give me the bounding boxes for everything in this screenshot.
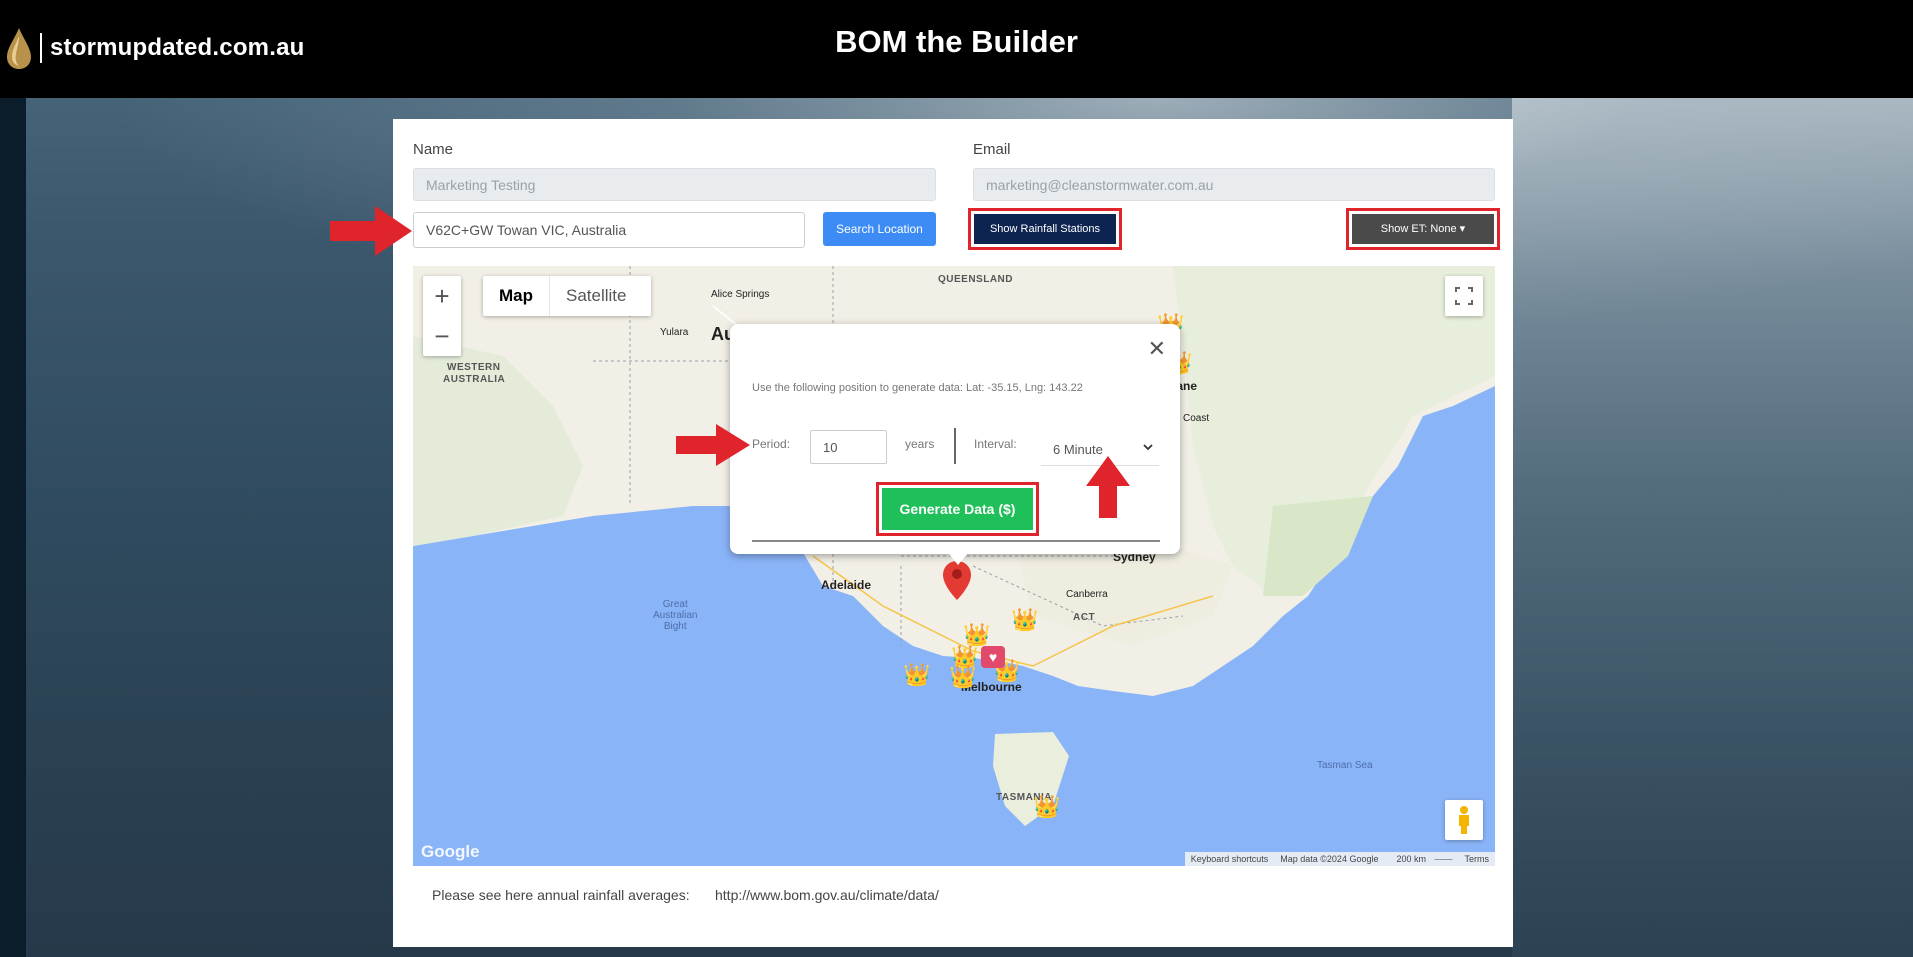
- google-logo: Google: [421, 842, 480, 861]
- period-input[interactable]: 10: [810, 430, 887, 464]
- map-type-satellite-button[interactable]: Satellite: [550, 276, 642, 316]
- years-label: years: [905, 437, 935, 451]
- map-label-western: WESTERN: [447, 362, 501, 373]
- show-et-dropdown-button[interactable]: Show ET: None ▾: [1352, 214, 1494, 244]
- show-rainfall-stations-button[interactable]: Show Rainfall Stations: [974, 214, 1116, 244]
- name-label: Name: [413, 141, 454, 158]
- divider: [954, 428, 956, 464]
- map-attribution: Keyboard shortcuts Map data ©2024 Google…: [1184, 852, 1496, 866]
- map-data-text: Map data ©2024 Google: [1280, 854, 1379, 864]
- et-button-highlight: Show ET: None ▾: [1346, 208, 1500, 250]
- station-marker-icon[interactable]: 👑: [949, 666, 976, 688]
- map-type-control: Map Satellite: [483, 276, 651, 316]
- station-marker-icon[interactable]: 👑: [1033, 796, 1060, 818]
- zoom-control: + −: [423, 276, 461, 356]
- map-label-queensland: QUEENSLAND: [938, 274, 1014, 285]
- arrow-up-icon: [1086, 456, 1130, 518]
- top-header: stormupdated.com.au BOM the Builder: [0, 0, 1913, 98]
- email-label: Email: [973, 141, 1011, 158]
- zoom-in-button[interactable]: +: [423, 276, 461, 316]
- map-label-great-australian-bight: Great Australian Bight: [653, 599, 698, 632]
- arrow-right-icon: [330, 206, 412, 256]
- map-scale: 200 km ⎯⎯⎯⎯: [1396, 853, 1453, 864]
- fullscreen-button[interactable]: [1445, 276, 1483, 316]
- bom-climate-data-link[interactable]: http://www.bom.gov.au/climate/data/: [715, 887, 939, 903]
- search-location-button[interactable]: Search Location: [823, 212, 936, 246]
- map-label-coast: Coast: [1183, 413, 1210, 424]
- map-label-yulara: Yulara: [660, 327, 689, 338]
- station-marker-icon[interactable]: 👑: [903, 664, 930, 686]
- popup-pointer: [948, 553, 968, 565]
- generate-data-button[interactable]: Generate Data ($): [882, 488, 1033, 530]
- terms-link[interactable]: Terms: [1459, 854, 1496, 864]
- station-marker-icon[interactable]: 👑: [963, 624, 990, 646]
- location-input[interactable]: V62C+GW Towan VIC, Australia: [413, 212, 805, 248]
- map-label-act: ACT: [1073, 612, 1096, 623]
- fullscreen-icon: [1455, 287, 1473, 305]
- map-label-australia-state: AUSTRALIA: [443, 374, 506, 385]
- close-icon[interactable]: ✕: [1148, 336, 1166, 362]
- page-title: BOM the Builder: [835, 24, 1078, 59]
- arrow-right-icon: [676, 424, 750, 466]
- popup-divider: [752, 540, 1160, 542]
- pegman-icon: [1459, 806, 1469, 834]
- name-field[interactable]: Marketing Testing: [413, 168, 936, 201]
- rain-button-highlight: Show Rainfall Stations: [968, 208, 1122, 250]
- generate-button-highlight: Generate Data ($): [876, 482, 1039, 536]
- interval-label: Interval:: [974, 437, 1017, 451]
- zoom-out-button[interactable]: −: [423, 316, 461, 356]
- chevron-down-icon: [1143, 444, 1153, 451]
- map-type-map-button[interactable]: Map: [483, 276, 550, 316]
- email-field[interactable]: marketing@cleanstormwater.com.au: [973, 168, 1495, 201]
- map-label-alice-springs: Alice Springs: [711, 289, 770, 300]
- period-label: Period:: [752, 437, 791, 451]
- position-info-text: Use the following position to generate d…: [752, 382, 1083, 394]
- generate-data-popup: ✕ Use the following position to generate…: [730, 324, 1180, 554]
- street-view-pegman-button[interactable]: [1445, 800, 1483, 840]
- map-label-tasman-sea: Tasman Sea: [1317, 760, 1373, 771]
- station-marker-icon[interactable]: 👑: [1011, 609, 1038, 631]
- rainfall-averages-label: Please see here annual rainfall averages…: [432, 887, 690, 903]
- heart-marker-icon[interactable]: ♥: [981, 646, 1005, 668]
- keyboard-shortcuts-link[interactable]: Keyboard shortcuts: [1185, 854, 1275, 864]
- map-label-canberra: Canberra: [1066, 589, 1108, 600]
- map-label-adelaide: Adelaide: [821, 578, 872, 592]
